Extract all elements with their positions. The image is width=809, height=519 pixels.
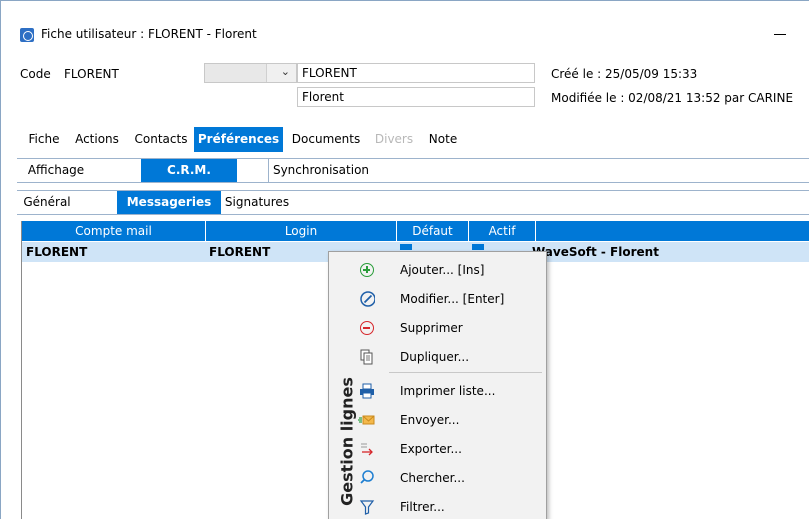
tab-actions[interactable]: Actions — [73, 127, 121, 152]
login-field[interactable]: FLORENT — [297, 63, 535, 83]
delete-icon — [355, 318, 375, 338]
menu-item-label: Dupliquer... — [400, 350, 470, 364]
tab-crm[interactable]: C.R.M. — [141, 159, 237, 182]
minimize-button[interactable] — [771, 21, 791, 41]
duplicate-icon — [355, 347, 375, 367]
menu-item-label: Modifier... [Enter] — [400, 292, 505, 306]
title-bar: Fiche utilisateur : FLORENT - Florent — [1, 1, 809, 47]
context-menu-title: Gestion lignes — [337, 377, 357, 506]
tab-messageries[interactable]: Messageries — [117, 191, 221, 214]
menu-item-send[interactable]: Envoyer... — [355, 406, 547, 435]
tab-general[interactable]: Général — [17, 191, 77, 214]
cell-login: FLORENT — [209, 245, 271, 259]
tab-preferences[interactable]: Préférences — [194, 127, 283, 152]
filter-icon — [355, 497, 375, 517]
name-field[interactable]: Florent — [297, 87, 535, 107]
print-icon — [355, 381, 375, 401]
column-header-nom[interactable] — [536, 221, 809, 241]
menu-item-print[interactable]: Imprimer liste... — [355, 377, 547, 406]
cell-compte: FLORENT — [26, 245, 88, 259]
context-menu-sidebar: Gestion lignes — [329, 252, 357, 519]
app-icon — [20, 28, 34, 42]
menu-item-search[interactable]: Chercher... — [355, 464, 547, 493]
column-header-actif[interactable]: Actif — [469, 221, 536, 241]
column-header-defaut[interactable]: Défaut — [397, 221, 469, 241]
crm-subtabs: Affichage C.R.M. Synchronisation — [17, 158, 809, 183]
menu-separator — [389, 372, 542, 373]
grid-header: Compte mail Login Défaut Actif — [22, 221, 809, 241]
tab-signatures[interactable]: Signatures — [221, 191, 293, 214]
tab-divers: Divers — [374, 132, 414, 146]
user-combo[interactable]: ⌄ — [204, 63, 297, 83]
menu-item-label: Exporter... — [400, 442, 462, 456]
user-form-window: Fiche utilisateur : FLORENT - Florent Co… — [0, 0, 809, 519]
edit-icon — [355, 289, 376, 309]
tab-synchronisation[interactable]: Synchronisation — [271, 159, 371, 182]
add-icon — [355, 260, 375, 280]
send-icon — [355, 410, 375, 430]
code-value: FLORENT — [64, 67, 119, 81]
checkbox-actif[interactable] — [472, 244, 484, 250]
tab-affichage[interactable]: Affichage — [21, 159, 91, 182]
messaging-subtabs: Général Messageries Signatures — [17, 190, 809, 215]
main-tabs: Fiche Actions Contacts Préférences Docum… — [1, 127, 809, 152]
tab-fiche[interactable]: Fiche — [25, 127, 63, 152]
created-date: Créé le : 25/05/09 15:33 — [551, 67, 698, 81]
combo-value — [205, 64, 267, 82]
tab-documents[interactable]: Documents — [286, 127, 366, 152]
column-header-login[interactable]: Login — [206, 221, 397, 241]
tab-note[interactable]: Note — [423, 127, 463, 152]
chevron-down-icon[interactable]: ⌄ — [281, 65, 290, 78]
checkbox-defaut[interactable] — [400, 244, 412, 250]
menu-item-export[interactable]: Exporter... — [355, 435, 547, 464]
modified-date: Modifiée le : 02/08/21 13:52 par CARINE — [551, 91, 794, 105]
export-icon — [355, 439, 375, 459]
column-header-compte[interactable]: Compte mail — [22, 221, 206, 241]
menu-item-label: Envoyer... — [400, 413, 460, 427]
window-title: Fiche utilisateur : FLORENT - Florent — [41, 27, 257, 41]
menu-item-filter[interactable]: Filtrer... — [355, 493, 547, 519]
search-icon — [355, 468, 375, 488]
tab-contacts[interactable]: Contacts — [131, 127, 191, 152]
menu-item-label: Supprimer — [400, 321, 463, 335]
menu-item-label: Filtrer... — [400, 500, 445, 514]
menu-item-label: Ajouter... [Ins] — [400, 263, 485, 277]
menu-item-delete[interactable]: Supprimer — [355, 314, 547, 343]
cell-nom: WaveSoft - Florent — [532, 245, 659, 259]
menu-item-label: Imprimer liste... — [400, 384, 496, 398]
menu-item-duplicate[interactable]: Dupliquer... — [355, 343, 547, 372]
code-label: Code — [20, 67, 51, 81]
menu-item-label: Chercher... — [400, 471, 465, 485]
menu-item-add[interactable]: Ajouter... [Ins] — [355, 256, 547, 285]
context-menu: Gestion lignes Ajouter... [Ins] Modifier… — [328, 251, 547, 519]
menu-item-edit[interactable]: Modifier... [Enter] — [355, 285, 547, 314]
tab-divider — [268, 159, 269, 182]
